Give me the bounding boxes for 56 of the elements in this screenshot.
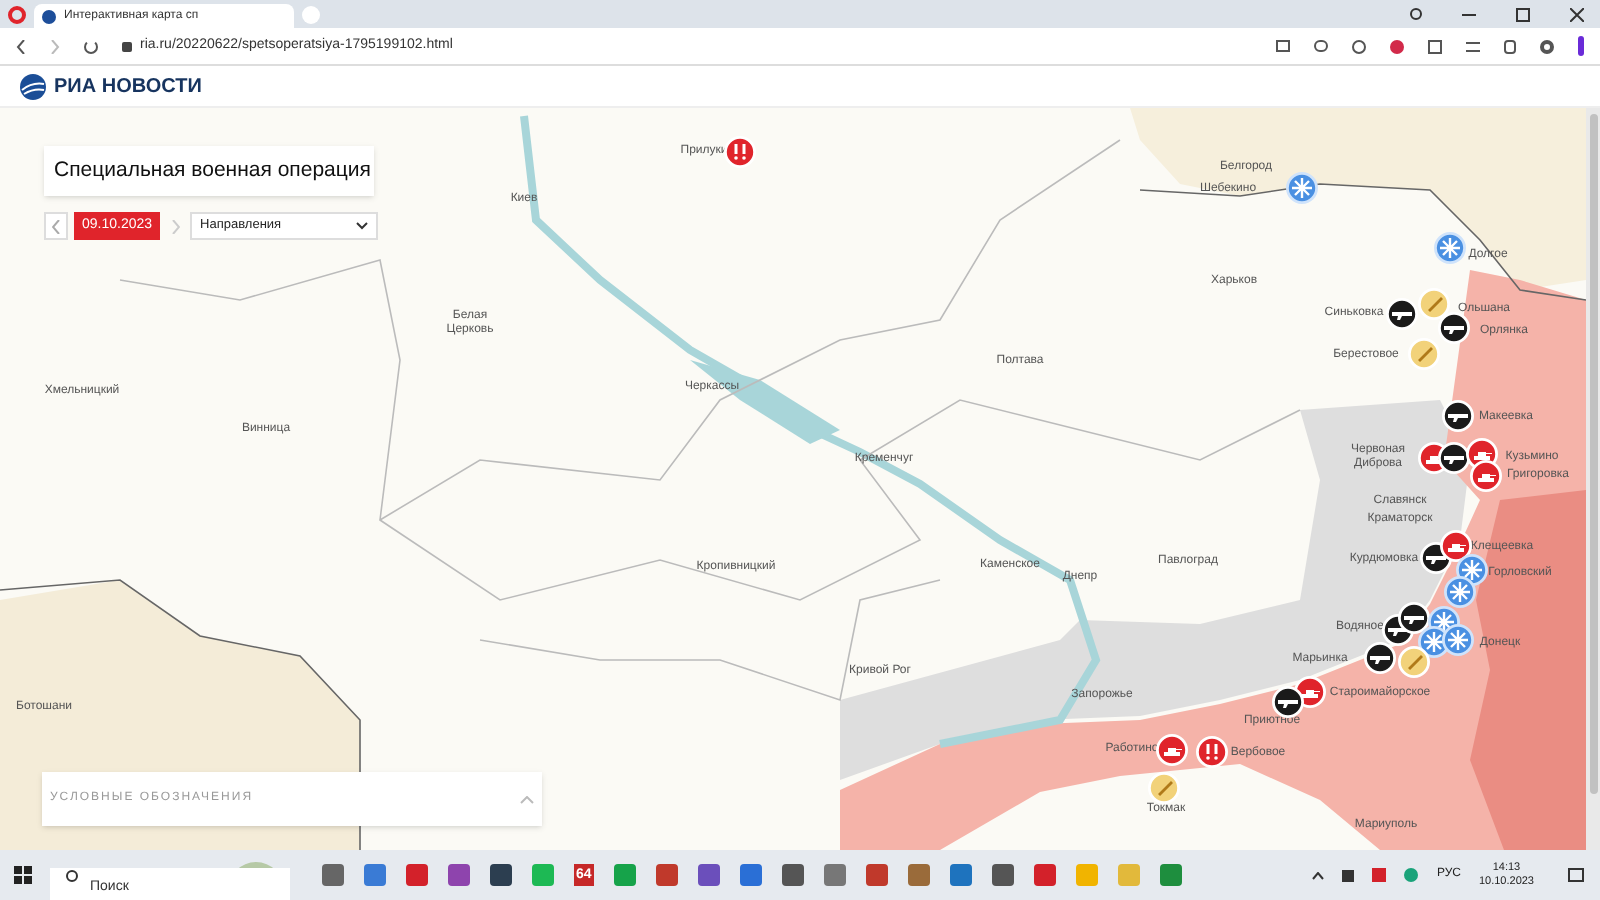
chevron-down-icon <box>356 222 369 230</box>
starburst-icon[interactable] <box>1434 232 1466 264</box>
rifle-icon[interactable] <box>1386 298 1418 330</box>
shell-icon[interactable] <box>1148 772 1180 804</box>
app-icon[interactable] <box>1159 864 1182 886</box>
app-icon[interactable] <box>739 864 762 886</box>
app-icon[interactable] <box>697 864 720 886</box>
page-title: Специальная военная операция <box>54 155 371 186</box>
app-icon[interactable] <box>823 864 846 886</box>
shell-icon[interactable] <box>1408 338 1440 370</box>
app-icon[interactable] <box>655 864 678 886</box>
tray-app-icon[interactable] <box>1404 868 1419 882</box>
globe-logo-icon[interactable] <box>20 73 46 99</box>
notification-icon[interactable] <box>1568 868 1584 882</box>
back-icon[interactable] <box>16 39 26 53</box>
app-icon[interactable] <box>781 864 804 886</box>
toolbar-icon[interactable] <box>1428 39 1442 53</box>
shell-icon[interactable] <box>1418 288 1450 320</box>
browser-logo-icon[interactable] <box>8 5 26 23</box>
tray-app-icon[interactable] <box>1372 868 1387 882</box>
app-icon[interactable] <box>406 864 428 886</box>
lock-icon <box>122 41 132 51</box>
search-icon <box>66 869 78 881</box>
explosion-icon[interactable] <box>724 136 756 168</box>
speaker-icon[interactable] <box>1342 869 1355 881</box>
close-icon[interactable] <box>1570 7 1584 21</box>
app-icon[interactable] <box>613 864 636 886</box>
search-icon[interactable] <box>1410 8 1422 20</box>
toolbar-icon[interactable] <box>1314 40 1328 52</box>
toolbar-icon[interactable] <box>1276 40 1290 52</box>
settings-icon[interactable] <box>1540 39 1554 53</box>
app-icon[interactable] <box>991 864 1014 886</box>
chevron-up-icon <box>520 795 534 803</box>
starburst-icon[interactable] <box>1286 172 1318 204</box>
app-icon[interactable] <box>322 864 344 886</box>
menu-icon[interactable] <box>1466 41 1480 51</box>
minimize-icon[interactable] <box>1462 13 1476 15</box>
app-icon[interactable] <box>448 864 470 886</box>
app-icon[interactable] <box>865 864 888 886</box>
rifle-icon[interactable] <box>1438 312 1470 344</box>
chevron-right-icon <box>171 219 180 233</box>
site-favicon-icon <box>42 9 56 23</box>
windows-start-icon[interactable] <box>14 866 32 884</box>
reload-icon[interactable] <box>84 39 98 53</box>
toolbar-icon[interactable] <box>1504 39 1516 53</box>
app-icon[interactable] <box>1033 864 1056 886</box>
toolbar-icon[interactable] <box>1352 39 1366 53</box>
app-icon[interactable] <box>949 864 972 886</box>
chevron-up-icon[interactable] <box>1312 871 1325 879</box>
chevron-left-icon <box>52 219 60 233</box>
site-logo-text[interactable]: РИА НОВОСТИ <box>54 71 202 101</box>
scrollbar[interactable] <box>1586 108 1600 850</box>
app-icon[interactable] <box>907 864 930 886</box>
app-icon[interactable] <box>490 864 512 886</box>
sidebar-toggle-icon[interactable] <box>1578 36 1584 56</box>
maximize-icon[interactable] <box>1516 7 1530 21</box>
